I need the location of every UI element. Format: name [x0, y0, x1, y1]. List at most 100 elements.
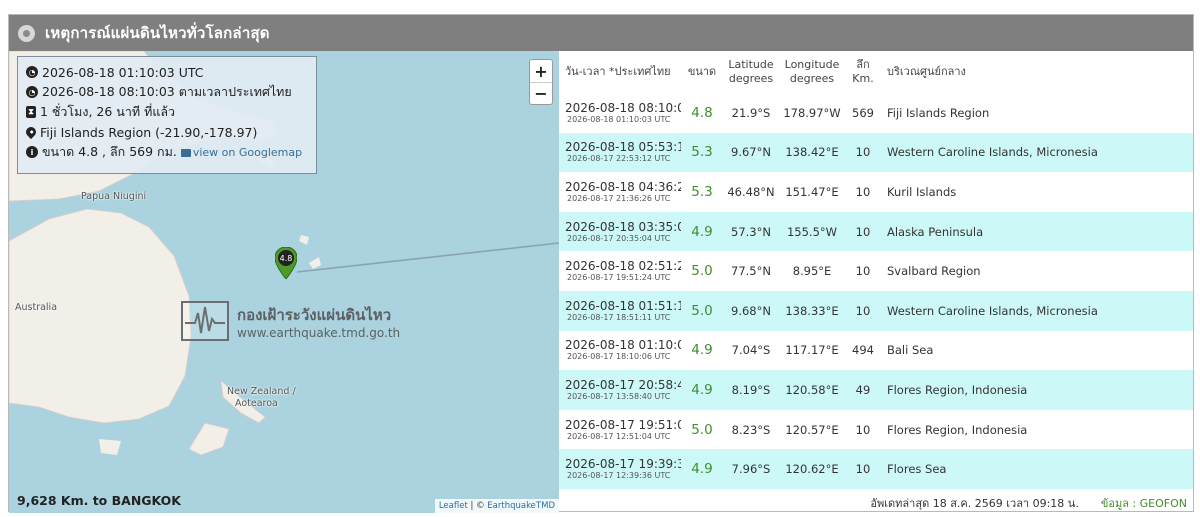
row-magnitude: 5.0 — [691, 302, 713, 319]
row-latitude: 8.19°S — [731, 382, 771, 397]
zoom-control: + − — [529, 59, 553, 105]
row-depth: 10 — [855, 303, 871, 318]
row-region: Western Caroline Islands, Micronesia — [887, 303, 1098, 318]
distance-to-bangkok: 9,628 Km. to BANGKOK — [17, 493, 181, 508]
row-region: Flores Region, Indonesia — [887, 382, 1028, 397]
table-row[interactable]: 2026-08-18 03:35:04 2026-08-17 20:35:04 U… — [559, 211, 1193, 252]
table-row[interactable]: 2026-08-18 05:53:12 2026-08-17 22:53:12 U… — [559, 132, 1193, 173]
row-depth: 569 — [852, 105, 874, 120]
row-magnitude: 4.9 — [691, 223, 713, 240]
row-thai-time: 2026-08-17 20:58:40 — [565, 377, 681, 392]
row-latitude: 8.23°S — [731, 422, 771, 437]
row-thai-time: 2026-08-18 08:10:03 — [565, 100, 681, 115]
row-utc-time: 2026-08-17 12:39:36 UTC — [567, 471, 671, 481]
row-thai-time: 2026-08-18 05:53:12 — [565, 140, 681, 155]
table-header-row: วัน-เวลา *ประเทศไทย ขนาด Latitude degrees… — [559, 51, 1193, 93]
row-latitude: 9.68°N — [731, 303, 771, 318]
row-depth: 10 — [855, 224, 871, 239]
row-region: Kuril Islands — [887, 184, 957, 199]
row-depth: 10 — [855, 264, 871, 279]
panel-title: เหตุการณ์แผ่นดินไหวทั่วโลกล่าสุด — [45, 24, 270, 42]
row-utc-time: 2026-08-18 01:10:03 UTC — [567, 114, 671, 124]
row-utc-time: 2026-08-17 13:58:40 UTC — [567, 391, 671, 401]
zoom-in-button[interactable]: + — [530, 60, 552, 82]
row-utc-time: 2026-08-17 19:51:24 UTC — [567, 273, 671, 283]
row-longitude: 151.47°E — [785, 184, 839, 199]
label-australia: Australia — [15, 302, 58, 313]
row-depth: 49 — [855, 382, 871, 397]
info-thai-time: 2026-08-18 08:10:03 ตามเวลาประเทศไทย — [42, 84, 292, 99]
row-magnitude: 4.8 — [691, 104, 713, 121]
info-magnitude-depth: ขนาด 4.8 , ลึก 569 กม. — [42, 144, 177, 159]
data-source: ข้อมูล : GEOFON — [1100, 497, 1187, 510]
row-utc-time: 2026-08-17 18:10:06 UTC — [567, 352, 671, 362]
info-location: Fiji Islands Region (-21.90,-178.97) — [40, 124, 258, 140]
table-row[interactable]: 2026-08-17 20:58:40 2026-08-17 13:58:40 U… — [559, 370, 1193, 410]
row-region: Bali Sea — [887, 343, 934, 358]
googlemap-link[interactable]: view on Googlemap — [180, 146, 302, 159]
row-latitude: 7.04°S — [731, 343, 771, 358]
table-row[interactable]: 2026-08-18 02:51:24 2026-08-17 19:51:24 U… — [559, 251, 1193, 291]
row-region: Western Caroline Islands, Micronesia — [887, 145, 1098, 160]
table-row[interactable]: 2026-08-18 04:36:26 2026-08-17 21:36:26 U… — [559, 172, 1193, 212]
label-aotearoa: Aotearoa — [235, 398, 278, 409]
header-datetime: วัน-เวลา *ประเทศไทย — [565, 65, 671, 78]
row-magnitude: 4.9 — [691, 342, 713, 359]
row-longitude: 8.95°E — [792, 264, 832, 279]
leaflet-link[interactable]: Leaflet — [439, 501, 468, 511]
row-depth: 494 — [852, 343, 874, 358]
earthquake-map[interactable]: Papua Niugini Australia New Zealand / Ao… — [9, 51, 559, 513]
zoom-out-button[interactable]: − — [530, 82, 552, 104]
row-magnitude: 5.0 — [691, 263, 713, 280]
row-thai-time: 2026-08-18 01:10:06 — [565, 338, 681, 353]
row-thai-time: 2026-08-18 01:51:11 — [565, 298, 681, 313]
marker-magnitude: 4.8 — [278, 250, 294, 266]
header-magnitude: ขนาด — [687, 65, 717, 78]
info-elapsed: 1 ชั่วโมง, 26 นาที ที่แล้ว — [40, 104, 176, 119]
seismograph-icon — [181, 301, 229, 341]
row-region: Fiji Islands Region — [887, 105, 990, 120]
hourglass-icon: ⧗ — [26, 106, 36, 118]
logo-name: กองเฝ้าระวังแผ่นดินไหว — [237, 306, 392, 324]
row-region: Flores Region, Indonesia — [887, 422, 1028, 437]
row-thai-time: 2026-08-18 04:36:26 — [565, 179, 681, 194]
earthquaketmd-link[interactable]: EarthquakeTMD — [487, 501, 555, 511]
earthquake-panel: เหตุการณ์แผ่นดินไหวทั่วโลกล่าสุด Papua N… — [8, 14, 1194, 513]
row-thai-time: 2026-08-17 19:39:36 — [565, 457, 681, 472]
row-magnitude: 5.0 — [691, 421, 713, 438]
earthquake-table: วัน-เวลา *ประเทศไทย ขนาด Latitude degrees… — [559, 51, 1193, 513]
table-row[interactable]: 2026-08-17 19:39:36 2026-08-17 12:39:36 U… — [559, 449, 1193, 489]
row-utc-time: 2026-08-17 21:36:26 UTC — [567, 193, 671, 203]
row-magnitude: 4.9 — [691, 461, 713, 478]
row-latitude: 9.67°N — [731, 145, 771, 160]
row-region: Flores Sea — [887, 462, 947, 477]
row-latitude: 46.48°N — [727, 184, 775, 199]
row-latitude: 77.5°N — [731, 264, 771, 279]
label-new-zealand: New Zealand / — [227, 386, 296, 397]
table-row[interactable]: 2026-08-17 19:51:04 2026-08-17 12:51:04 U… — [559, 409, 1193, 450]
row-region: Svalbard Region — [887, 264, 981, 279]
clock-icon: ◔ — [26, 66, 38, 78]
table-row[interactable]: 2026-08-18 01:10:06 2026-08-17 18:10:06 U… — [559, 330, 1193, 371]
panel-header: เหตุการณ์แผ่นดินไหวทั่วโลกล่าสุด — [9, 15, 1193, 51]
row-longitude: 120.58°E — [785, 382, 839, 397]
row-latitude: 21.9°S — [731, 105, 771, 120]
row-depth: 10 — [855, 145, 871, 160]
row-longitude: 117.17°E — [785, 343, 839, 358]
row-magnitude: 5.3 — [691, 144, 713, 161]
map-attribution: Leaflet | © EarthquakeTMD — [434, 499, 559, 513]
row-utc-time: 2026-08-17 12:51:04 UTC — [567, 431, 671, 441]
row-thai-time: 2026-08-18 03:35:04 — [565, 219, 681, 234]
table-row[interactable]: 2026-08-18 01:51:11 2026-08-17 18:51:11 U… — [559, 290, 1193, 331]
header-region: บริเวณศูนย์กลาง — [887, 65, 966, 78]
record-icon — [18, 24, 35, 42]
info-utc-time: 2026-08-18 01:10:03 UTC — [42, 64, 204, 80]
row-utc-time: 2026-08-17 18:51:11 UTC — [567, 312, 671, 322]
table-row[interactable]: 2026-08-18 08:10:03 2026-08-18 01:10:03 U… — [559, 93, 1193, 133]
row-magnitude: 4.9 — [691, 381, 713, 398]
row-latitude: 7.96°S — [731, 462, 771, 477]
header-depth: ลึก Km. — [852, 58, 874, 85]
info-icon: i — [26, 146, 38, 158]
row-longitude: 155.5°W — [786, 224, 838, 239]
clock-icon: ◔ — [26, 86, 38, 98]
